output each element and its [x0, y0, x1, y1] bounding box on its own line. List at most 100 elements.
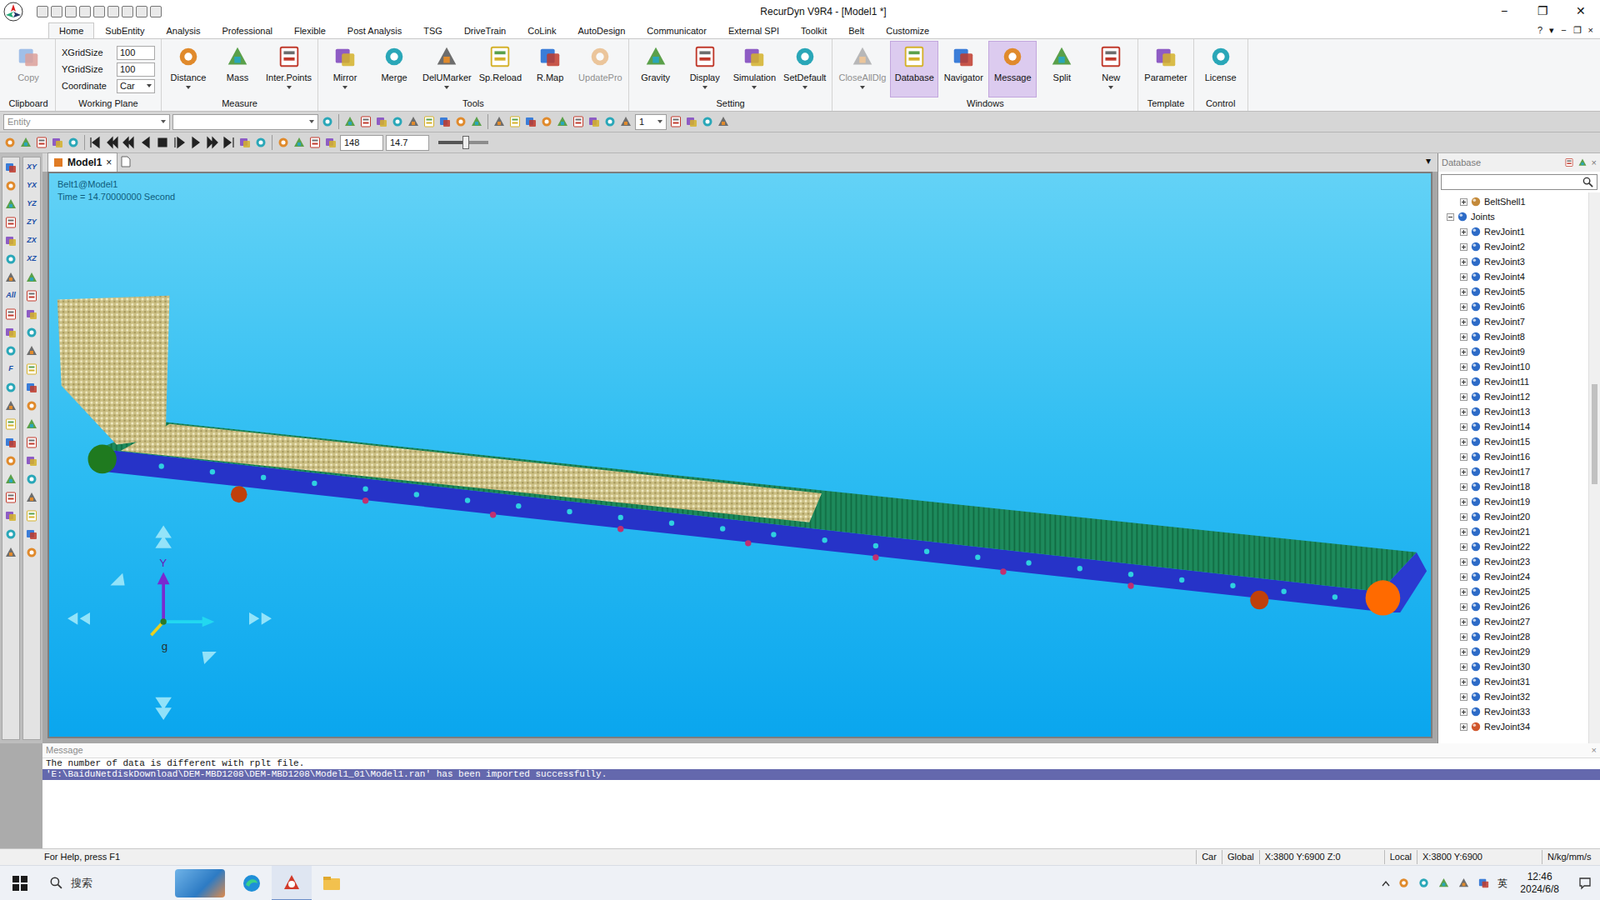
tree-item[interactable]: RevJoint22 — [1438, 539, 1589, 555]
tree-item[interactable]: RevJoint19 — [1438, 494, 1589, 510]
toolbar-button[interactable] — [23, 360, 40, 378]
expander-icon[interactable] — [1460, 378, 1468, 386]
ribbon-control-button[interactable]: ? — [1537, 22, 1543, 39]
dropdown-arrow-icon[interactable] — [160, 120, 166, 124]
ribbon-button[interactable]: Mass — [213, 40, 262, 98]
expander-icon[interactable] — [1460, 633, 1468, 641]
speed-slider[interactable] — [438, 140, 489, 145]
toolbar-button[interactable] — [23, 305, 40, 323]
view-direction-button[interactable]: XZ — [23, 250, 40, 268]
quick-access-icon[interactable] — [93, 5, 105, 18]
tree-item[interactable]: RevJoint33 — [1438, 704, 1589, 720]
toolbar-button[interactable] — [3, 135, 17, 150]
toolbar-button[interactable] — [23, 489, 40, 506]
close-button[interactable]: × — [1591, 155, 1597, 170]
toolbar-button[interactable] — [23, 415, 40, 433]
quick-access-icon[interactable] — [50, 5, 63, 18]
expander-icon[interactable] — [1460, 723, 1468, 731]
tree-item[interactable]: RevJoint11 — [1438, 374, 1589, 390]
ribbon-button[interactable]: DelUMarker — [419, 40, 475, 98]
toolbar-button[interactable]: All — [2, 287, 20, 305]
toolbar-button[interactable] — [23, 507, 40, 525]
dropdown-arrow-icon[interactable] — [751, 85, 757, 90]
expander-icon[interactable] — [1460, 423, 1468, 431]
ribbon-control-button[interactable]: ▾ — [1549, 22, 1555, 39]
ribbon-button[interactable]: R.Map — [525, 40, 575, 98]
expander-icon[interactable] — [1460, 513, 1468, 521]
field-input[interactable]: 100 — [116, 45, 155, 60]
quick-access-icon[interactable] — [65, 5, 77, 18]
toolbar-button[interactable] — [390, 115, 405, 129]
toolbar-button[interactable] — [19, 135, 33, 150]
chevron-icon[interactable] — [1381, 880, 1390, 887]
ribbon-button[interactable]: Mirror — [320, 40, 370, 98]
toolbar-button[interactable] — [238, 135, 252, 150]
quick-access-icon[interactable] — [150, 5, 162, 18]
window-control-button[interactable]: ✕ — [1561, 0, 1600, 23]
tree-item[interactable]: Joints — [1438, 209, 1589, 225]
tree-item[interactable]: RevJoint34 — [1438, 719, 1589, 735]
expander-icon[interactable] — [1460, 543, 1468, 551]
toolbar-button[interactable] — [50, 135, 65, 150]
quick-access-icon[interactable] — [36, 5, 49, 18]
tree-item[interactable]: RevJoint17 — [1438, 464, 1589, 480]
tree-item[interactable]: RevJoint7 — [1438, 314, 1589, 330]
toolbar-button[interactable] — [2, 250, 20, 268]
toolbar-button[interactable] — [2, 470, 20, 488]
view-direction-button[interactable]: ZY — [23, 214, 40, 231]
expander-icon[interactable] — [1460, 228, 1468, 236]
input-language[interactable]: 英 — [1497, 875, 1508, 891]
toolbar-button[interactable] — [508, 115, 522, 129]
dropdown-arrow-icon[interactable] — [860, 85, 865, 90]
toolbar-button[interactable] — [2, 195, 20, 213]
dropdown-arrow-icon[interactable] — [1108, 85, 1114, 90]
toolbar-button[interactable] — [2, 397, 20, 415]
playback-icon[interactable] — [222, 135, 236, 150]
expander-icon[interactable] — [1460, 288, 1468, 296]
toolbar-button[interactable] — [2, 434, 20, 451]
view-direction-button[interactable]: XY — [23, 159, 40, 176]
ribbon-tab[interactable]: Belt — [837, 22, 875, 39]
ribbon-button[interactable]: SetDefault — [780, 40, 830, 98]
tree-item[interactable]: RevJoint27 — [1438, 614, 1589, 630]
toolbar-button[interactable] — [2, 324, 20, 341]
ribbon-control-button[interactable]: ❐ — [1573, 22, 1582, 39]
toolbar-button[interactable] — [2, 342, 20, 360]
tree-item[interactable]: RevJoint25 — [1438, 584, 1589, 600]
entity-combo[interactable]: Entity — [3, 114, 170, 130]
quick-access-icon[interactable] — [107, 5, 120, 18]
ribbon-button[interactable]: New — [1086, 40, 1135, 98]
toolbar-button[interactable] — [422, 115, 436, 129]
toolbar-button[interactable] — [2, 232, 20, 250]
taskbar-app[interactable] — [311, 865, 352, 900]
toolbar-button[interactable] — [540, 115, 554, 129]
database-search[interactable] — [1440, 174, 1598, 190]
expander-icon[interactable] — [1460, 483, 1468, 491]
toolbar-button[interactable] — [276, 135, 290, 150]
ribbon-tab[interactable]: Flexible — [283, 22, 337, 39]
expander-icon[interactable] — [1460, 453, 1468, 461]
toolbar-button[interactable] — [619, 115, 633, 129]
toolbar-button[interactable] — [2, 415, 20, 433]
expander-icon[interactable] — [1460, 648, 1468, 656]
clock[interactable]: 12:462024/6/8 — [1515, 870, 1565, 896]
taskbar-search[interactable]: 搜索 — [40, 865, 232, 900]
quick-access-icon[interactable] — [135, 5, 148, 18]
toolbar-button[interactable] — [685, 115, 699, 129]
dropdown-arrow-icon[interactable] — [185, 85, 191, 90]
toolbar-button[interactable] — [2, 379, 20, 396]
tree-item[interactable]: RevJoint15 — [1438, 434, 1589, 450]
toolbar-button[interactable] — [308, 135, 322, 150]
toolbar-button[interactable] — [2, 452, 20, 470]
toolbar-button[interactable] — [23, 452, 40, 470]
toolbar-button[interactable] — [2, 489, 20, 506]
ribbon-button[interactable]: Sp.Reload — [475, 40, 525, 98]
toolbar-button[interactable] — [2, 159, 20, 176]
ribbon-tab[interactable]: Analysis — [155, 22, 211, 39]
ribbon-button[interactable]: Split — [1037, 40, 1086, 98]
ribbon-tab[interactable]: AutoDesign — [566, 22, 636, 39]
toolbar-button[interactable] — [66, 135, 80, 150]
expander-icon[interactable] — [1460, 198, 1468, 206]
expander-icon[interactable] — [1460, 603, 1468, 611]
ribbon-tab[interactable]: Toolkit — [790, 22, 838, 39]
